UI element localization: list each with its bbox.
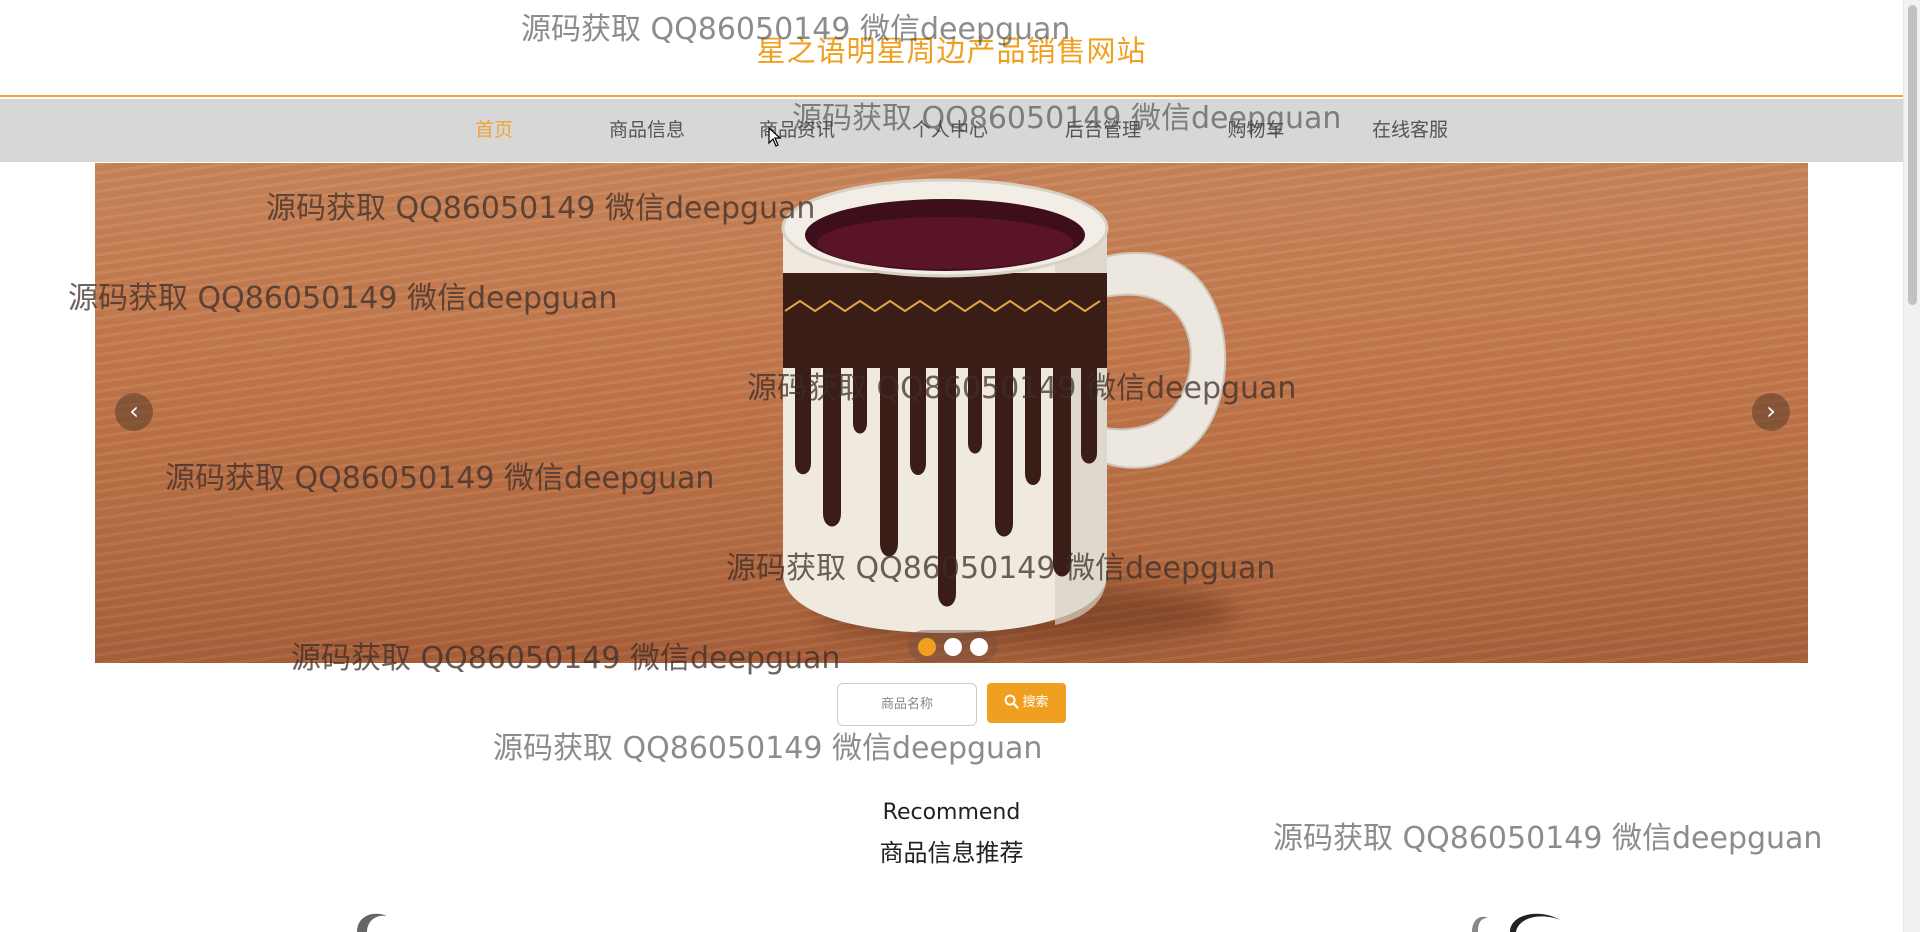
watermark: 源码获取 QQ86050149 微信deepguan — [291, 641, 841, 676]
mouse-cursor-icon — [768, 127, 782, 147]
chevron-right-icon: › — [1766, 397, 1776, 425]
carousel-dot-3[interactable] — [970, 638, 988, 656]
watermark: 源码获取 QQ86050149 微信deepguan — [792, 101, 1342, 136]
nav-item-customer-service[interactable]: 在线客服 — [1340, 99, 1480, 162]
nav-item-home[interactable]: 首页 — [424, 99, 564, 162]
mug-image — [781, 178, 1227, 633]
search-input[interactable] — [837, 683, 977, 726]
watermark: 源码获取 QQ86050149 微信deepguan — [68, 281, 618, 316]
nav-item-products[interactable]: 商品信息 — [577, 99, 717, 162]
search-icon — [1005, 694, 1020, 709]
product-thumbnail — [357, 913, 387, 932]
carousel-prev-button[interactable]: ‹ — [115, 393, 153, 431]
carousel-dot-2[interactable] — [944, 638, 962, 656]
carousel-indicators — [908, 630, 998, 662]
watermark: 源码获取 QQ86050149 微信deepguan — [726, 551, 1276, 586]
product-thumbnail — [1472, 913, 1560, 932]
search-button[interactable]: 搜索 — [987, 683, 1066, 723]
watermark: 源码获取 QQ86050149 微信deepguan — [165, 461, 715, 496]
watermark: 源码获取 QQ86050149 微信deepguan — [266, 191, 816, 226]
page-scrollbar[interactable] — [1903, 0, 1920, 932]
page: 星之语明星周边产品销售网站 首页 商品信息 商品资讯 个人中心 后台管理 购物车… — [0, 0, 1903, 932]
watermark: 源码获取 QQ86050149 微信deepguan — [1273, 821, 1823, 856]
watermark: 源码获取 QQ86050149 微信deepguan — [747, 371, 1297, 406]
product-card-image[interactable] — [345, 910, 405, 932]
carousel-dot-1[interactable] — [918, 638, 936, 656]
carousel-next-button[interactable]: › — [1752, 393, 1790, 431]
watermark: 源码获取 QQ86050149 微信deepguan — [521, 12, 1071, 47]
chevron-left-icon: ‹ — [129, 397, 139, 425]
banner-carousel[interactable]: ‹ › — [95, 163, 1808, 663]
search-button-label: 搜索 — [1022, 695, 1049, 710]
product-card-image[interactable] — [1470, 910, 1580, 932]
scrollbar-thumb[interactable] — [1908, 5, 1917, 305]
watermark: 源码获取 QQ86050149 微信deepguan — [493, 731, 1043, 766]
